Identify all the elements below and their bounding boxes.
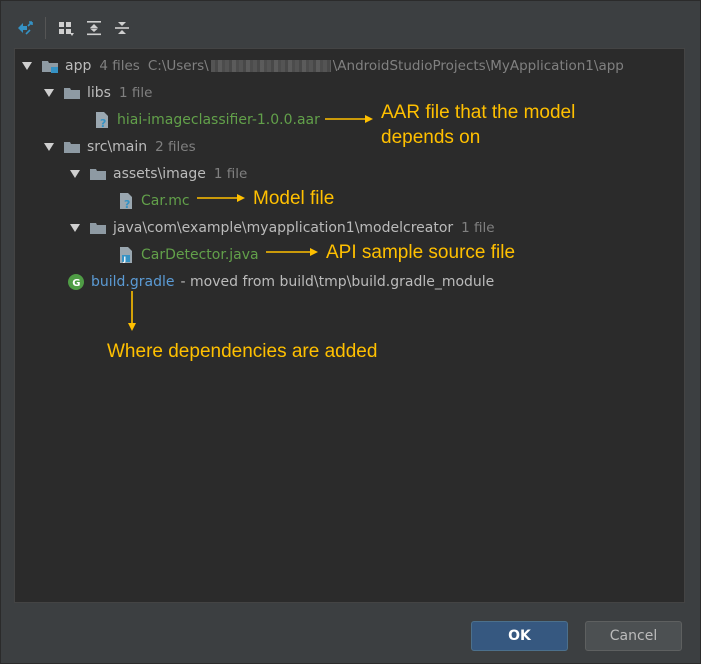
libs-file-count: 1 file: [118, 85, 153, 101]
callout-arrow-icon: [197, 194, 245, 202]
tree-row-cardetector[interactable]: J CarDetector.java: [117, 244, 259, 266]
carmc-file-label: Car.mc: [141, 193, 190, 209]
toolbar: [11, 11, 136, 45]
assets-label: assets\image: [113, 166, 206, 182]
app-path-suffix: \AndroidStudioProjects\MyApplication1\ap…: [332, 58, 624, 74]
srcmain-file-count: 2 files: [155, 139, 196, 155]
callout-arrow-icon: [325, 115, 373, 123]
svg-text:J: J: [123, 256, 127, 264]
tree-row-assets[interactable]: assets\image 1 file: [67, 163, 247, 185]
assets-file-count: 1 file: [213, 166, 248, 182]
annotation-api-text: API sample source file: [326, 242, 516, 263]
folder-icon: [89, 166, 107, 182]
expand-arrow-icon[interactable]: [19, 58, 35, 74]
group-by-icon[interactable]: [52, 14, 80, 42]
aar-file-label: hiai-imageclassifier-1.0.0.aar: [117, 112, 320, 128]
unknown-file-icon: ?: [117, 193, 135, 210]
java-package-label: java\com\example\myapplication1\modelcre…: [113, 220, 454, 236]
folder-icon: [89, 220, 107, 236]
svg-text:G: G: [72, 278, 80, 289]
tree-row-java[interactable]: java\com\example\myapplication1\modelcre…: [67, 217, 495, 239]
dialog-window: app 4 files C:\Users\ \AndroidStudioProj…: [0, 0, 701, 664]
java-file-count: 1 file: [461, 220, 495, 236]
tree-row-app[interactable]: app 4 files C:\Users\ \AndroidStudioProj…: [19, 55, 624, 77]
collapse-all-icon[interactable]: [108, 14, 136, 42]
app-file-count: 4 files: [99, 58, 140, 74]
app-label: app: [65, 58, 92, 74]
tree-row-carmc[interactable]: ? Car.mc: [117, 190, 190, 212]
tree-row-srcmain[interactable]: src\main 2 files: [41, 136, 196, 158]
annotation-aar-text: AAR file that the model depends on: [381, 100, 575, 150]
annotation-aar-line2: depends on: [381, 127, 481, 148]
svg-text:?: ?: [100, 117, 106, 129]
tree-row-aar[interactable]: ? hiai-imageclassifier-1.0.0.aar: [93, 109, 320, 131]
gradle-moved-note: - moved from build\tmp\build.gradle_modu…: [180, 274, 495, 290]
annotation-aar: AAR file that the model depends on: [325, 100, 575, 150]
java-file-icon: J: [117, 247, 135, 264]
expand-all-icon[interactable]: [80, 14, 108, 42]
expand-arrow-icon[interactable]: [67, 166, 83, 182]
gradle-icon: G: [67, 274, 85, 290]
unknown-file-icon: ?: [93, 112, 111, 129]
gradle-file-label: build.gradle: [91, 274, 175, 290]
srcmain-label: src\main: [87, 139, 148, 155]
dialog-footer: OK Cancel: [1, 604, 700, 663]
expand-arrow-icon[interactable]: [41, 139, 57, 155]
annotation-aar-line1: AAR file that the model: [381, 102, 576, 123]
collapse-expand-icon[interactable]: [11, 14, 39, 42]
toolbar-separator: [45, 17, 46, 39]
ok-button[interactable]: OK: [471, 621, 568, 651]
libs-label: libs: [87, 85, 111, 101]
folder-icon: [63, 139, 81, 155]
callout-arrow-icon: [266, 248, 318, 256]
module-folder-icon: [41, 58, 59, 74]
redacted-username: [210, 60, 331, 72]
cancel-button[interactable]: Cancel: [585, 621, 682, 651]
tree-row-libs[interactable]: libs 1 file: [41, 82, 152, 104]
annotation-dependencies: Where dependencies are added: [107, 341, 378, 362]
folder-icon: [63, 85, 81, 101]
svg-text:?: ?: [124, 198, 130, 210]
cardetector-file-label: CarDetector.java: [141, 247, 259, 263]
expand-arrow-icon[interactable]: [67, 220, 83, 236]
tree-row-gradle[interactable]: G build.gradle - moved from build\tmp\bu…: [67, 271, 494, 293]
callout-down-arrow-icon: [128, 291, 136, 331]
expand-arrow-icon[interactable]: [41, 85, 57, 101]
app-path-prefix: C:\Users\: [147, 58, 209, 74]
annotation-model: Model file: [197, 186, 334, 211]
annotation-api: API sample source file: [266, 240, 515, 265]
annotation-model-text: Model file: [253, 188, 335, 209]
